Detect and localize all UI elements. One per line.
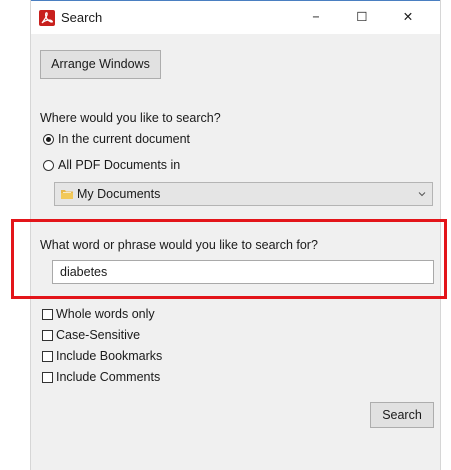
- folder-icon: [61, 190, 73, 199]
- checkbox-label: Include Bookmarks: [56, 349, 163, 363]
- phrase-prompt: What word or phrase would you like to se…: [40, 238, 318, 252]
- title-bar: Search − ☐ ✕: [31, 0, 440, 34]
- radio-all-pdf-documents[interactable]: All PDF Documents in: [43, 158, 180, 172]
- checkbox-label: Include Comments: [56, 370, 161, 384]
- search-window: Search − ☐ ✕ Arrange Windows Where would…: [30, 0, 441, 470]
- checkbox[interactable]: [42, 371, 53, 383]
- checkbox-label: Whole words only: [56, 307, 155, 321]
- acrobat-icon: [39, 10, 55, 26]
- checkbox-include-comments[interactable]: Include Comments: [42, 370, 160, 384]
- location-select-value: My Documents: [77, 187, 161, 201]
- close-button[interactable]: ✕: [385, 1, 431, 34]
- checkbox-case-sensitive[interactable]: Case-Sensitive: [42, 328, 140, 342]
- radio-label: All PDF Documents in: [58, 158, 181, 172]
- radio-current-document[interactable]: In the current document: [43, 132, 190, 146]
- checkbox[interactable]: [42, 350, 53, 362]
- radio-label: In the current document: [58, 132, 191, 146]
- checkbox-label: Case-Sensitive: [56, 328, 141, 342]
- checkbox-whole-words[interactable]: Whole words only: [42, 307, 155, 321]
- where-prompt: Where would you like to search?: [40, 111, 221, 125]
- location-select[interactable]: My Documents: [54, 182, 433, 206]
- search-phrase-input[interactable]: [52, 260, 434, 284]
- checkbox[interactable]: [42, 329, 53, 341]
- window-title: Search: [61, 10, 103, 25]
- minimize-button[interactable]: −: [293, 1, 339, 34]
- radio-button[interactable]: [43, 159, 54, 171]
- checkbox[interactable]: [42, 308, 53, 320]
- arrange-windows-button[interactable]: Arrange Windows: [40, 50, 161, 79]
- chevron-down-icon: [418, 192, 426, 197]
- maximize-button[interactable]: ☐: [339, 1, 385, 34]
- checkbox-include-bookmarks[interactable]: Include Bookmarks: [42, 349, 162, 363]
- radio-button-checked[interactable]: [43, 133, 54, 145]
- search-button[interactable]: Search: [370, 402, 434, 428]
